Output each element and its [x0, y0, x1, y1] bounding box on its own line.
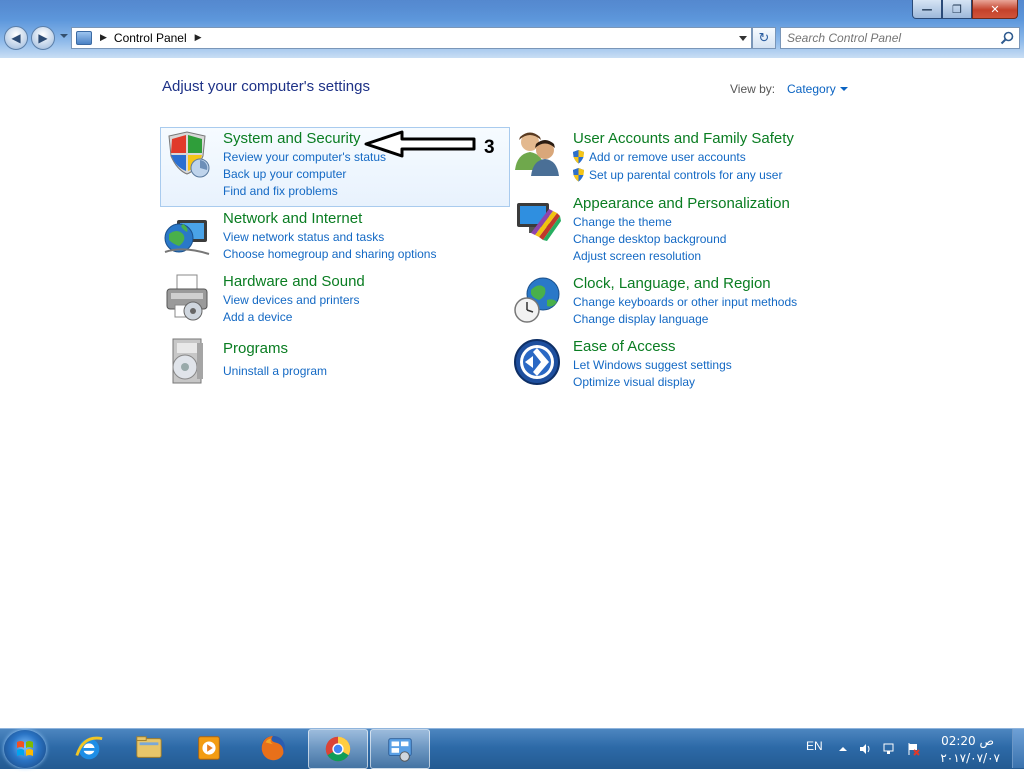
appearance-monitor-icon — [517, 203, 561, 241]
start-button[interactable] — [4, 730, 46, 768]
category-link[interactable]: Change keyboards or other input methods — [573, 295, 797, 309]
network-globe-icon — [164, 220, 210, 255]
category-link[interactable]: Let Windows suggest settings — [573, 358, 732, 372]
annotation-arrow-icon — [364, 130, 476, 158]
chevron-down-icon[interactable] — [840, 87, 848, 91]
search-box[interactable] — [780, 27, 1020, 49]
category-title[interactable]: Clock, Language, and Region — [573, 275, 771, 292]
back-arrow-icon: ◀ — [11, 31, 21, 45]
language-indicator[interactable]: EN — [806, 739, 823, 753]
refresh-button[interactable]: ↻ — [752, 27, 776, 49]
volume-icon[interactable] — [858, 742, 872, 756]
category-link[interactable]: Find and fix problems — [223, 184, 338, 198]
internet-explorer-icon — [75, 736, 103, 760]
uac-shield-icon — [573, 150, 584, 164]
shield-icon — [168, 131, 210, 178]
media-player-icon — [198, 736, 220, 760]
category-title[interactable]: Ease of Access — [573, 338, 676, 355]
recent-pages-dropdown[interactable] — [60, 34, 68, 38]
category-link[interactable]: Adjust screen resolution — [573, 249, 701, 263]
breadcrumb-control-panel[interactable]: Control Panel — [114, 31, 187, 45]
file-explorer-icon — [136, 736, 162, 758]
action-center-flag-icon[interactable] — [906, 742, 920, 756]
category-link[interactable]: View network status and tasks — [223, 230, 384, 244]
category-title[interactable]: Appearance and Personalization — [573, 195, 790, 212]
category-link[interactable]: Change display language — [573, 312, 708, 326]
page-title: Adjust your computer's settings — [162, 78, 370, 95]
chrome-icon — [325, 736, 351, 762]
taskbar-control-panel[interactable] — [370, 729, 430, 769]
taskbar-firefox[interactable] — [244, 729, 302, 767]
category-title[interactable]: System and Security — [223, 130, 361, 147]
category-link[interactable]: Change the theme — [573, 215, 672, 229]
clock-globe-icon — [514, 277, 560, 323]
taskbar-internet-explorer[interactable] — [60, 729, 118, 767]
view-by-label: View by: — [730, 82, 776, 96]
taskbar-media-player[interactable] — [180, 729, 238, 767]
clock-time[interactable]: 02:20 ص — [941, 734, 994, 748]
taskbar-file-explorer[interactable] — [120, 729, 178, 767]
printer-icon — [166, 274, 208, 321]
network-icon[interactable] — [882, 742, 896, 756]
category-title[interactable]: Programs — [223, 340, 288, 357]
category-title[interactable]: User Accounts and Family Safety — [573, 130, 794, 147]
firefox-icon — [260, 735, 286, 761]
users-icon — [515, 132, 559, 176]
uac-shield-icon — [573, 168, 584, 182]
category-link[interactable]: Add or remove user accounts — [589, 150, 746, 164]
category-link[interactable]: Back up your computer — [223, 167, 346, 181]
ease-of-access-icon — [514, 339, 560, 385]
taskbar-chrome[interactable] — [308, 729, 368, 769]
search-icon[interactable] — [1000, 31, 1014, 45]
breadcrumb-chevron-icon[interactable]: ▶ — [100, 33, 107, 43]
programs-icon — [172, 338, 203, 384]
show-hidden-icons-icon[interactable] — [836, 742, 850, 756]
back-button[interactable]: ◀ — [4, 26, 28, 50]
refresh-icon: ↻ — [758, 30, 770, 46]
search-input[interactable] — [787, 30, 992, 46]
control-panel-icon — [76, 31, 92, 45]
category-link[interactable]: Uninstall a program — [223, 364, 327, 378]
address-dropdown-icon[interactable] — [739, 36, 747, 41]
category-link[interactable]: Optimize visual display — [573, 375, 695, 389]
category-link[interactable]: Change desktop background — [573, 232, 726, 246]
category-link[interactable]: Set up parental controls for any user — [589, 168, 782, 182]
show-desktop-button[interactable] — [1012, 729, 1024, 768]
address-bar[interactable]: ▶ Control Panel ▶ — [71, 27, 752, 49]
category-title[interactable]: Network and Internet — [223, 210, 362, 227]
annotation-number: 3 — [484, 137, 495, 158]
category-title[interactable]: Hardware and Sound — [223, 273, 365, 290]
window-controls: — ❐ ✕ — [912, 0, 1018, 19]
windows-logo-icon — [17, 741, 33, 756]
forward-button[interactable]: ▶ — [31, 26, 55, 50]
control-panel-icon — [388, 738, 412, 762]
maximize-button[interactable]: ❐ — [942, 0, 972, 19]
category-link[interactable]: Add a device — [223, 310, 292, 324]
minimize-button[interactable]: — — [912, 0, 942, 19]
forward-arrow-icon: ▶ — [38, 31, 48, 45]
category-link[interactable]: View devices and printers — [223, 293, 360, 307]
view-by-dropdown[interactable]: Category — [787, 82, 836, 96]
close-button[interactable]: ✕ — [972, 0, 1018, 19]
breadcrumb-chevron-icon[interactable]: ▶ — [195, 33, 202, 43]
clock-date[interactable]: ٢٠١٧/٠٧/٠٧ — [940, 751, 1000, 765]
category-link[interactable]: Choose homegroup and sharing options — [223, 247, 436, 261]
